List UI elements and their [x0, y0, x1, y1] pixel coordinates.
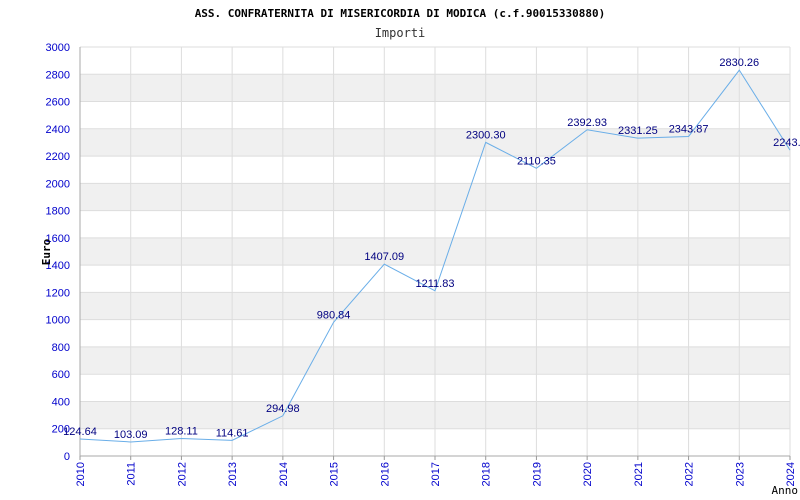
line-chart: 0200400600800100012001400160018002000220…	[40, 7, 800, 497]
x-tick-label: 2011	[126, 462, 138, 486]
data-label: 103.09	[114, 429, 148, 441]
x-tick-label: 2024	[785, 462, 797, 486]
x-axis-ticks: 2010 2011 2012 2013 2014 2015 2016 2017 2018 2019…	[75, 456, 797, 486]
y-tick-label: 3000	[46, 42, 70, 54]
data-label: 2343.87	[669, 123, 709, 135]
y-tick-label: 2800	[46, 69, 70, 81]
data-label: 2392.93	[567, 117, 607, 129]
y-tick-label: 2200	[46, 151, 70, 163]
x-tick-label: 2013	[227, 462, 239, 486]
x-tick-label: 2020	[582, 462, 594, 486]
data-label: 1211.83	[416, 278, 455, 290]
data-label: 2300.30	[466, 129, 506, 141]
x-tick-label: 2010	[75, 462, 87, 486]
y-axis-label: Euro	[40, 238, 53, 265]
y-tick-label: 800	[52, 342, 70, 354]
data-label: 980.84	[317, 309, 351, 321]
x-tick-label: 2016	[379, 462, 391, 486]
data-label: 2830.26	[719, 57, 759, 69]
y-tick-label: 0	[64, 451, 70, 463]
chart-title: ASS. CONFRATERNITA DI MISERICORDIA DI MO…	[195, 7, 606, 20]
data-label: 2110.35	[517, 155, 556, 167]
y-tick-label: 1800	[46, 206, 70, 218]
x-tick-label: 2019	[531, 462, 543, 486]
x-tick-label: 2022	[684, 462, 696, 486]
data-label: 2331.25	[618, 125, 658, 137]
x-tick-label: 2023	[734, 462, 746, 486]
y-tick-label: 600	[52, 369, 70, 381]
y-tick-label: 2600	[46, 97, 70, 109]
y-tick-label: 2000	[46, 178, 70, 190]
x-tick-label: 2015	[329, 462, 341, 486]
data-label: 124.64	[63, 426, 97, 438]
x-tick-label: 2014	[278, 462, 290, 486]
x-tick-label: 2021	[633, 462, 645, 486]
x-tick-label: 2017	[430, 462, 442, 486]
y-tick-label: 1000	[46, 315, 70, 327]
x-tick-label: 2012	[176, 462, 188, 486]
x-tick-label: 2018	[481, 462, 493, 486]
y-tick-label: 400	[52, 396, 70, 408]
data-label: 2243.5	[773, 137, 800, 149]
data-label: 114.61	[216, 427, 249, 439]
data-label: 128.11	[165, 426, 198, 438]
chart-subtitle: Importi	[375, 26, 426, 40]
x-axis-label: Anno	[772, 484, 799, 497]
y-tick-label: 1200	[46, 287, 70, 299]
data-label: 1407.09	[364, 251, 404, 263]
data-label: 294.98	[266, 403, 300, 415]
y-tick-label: 2400	[46, 124, 70, 136]
